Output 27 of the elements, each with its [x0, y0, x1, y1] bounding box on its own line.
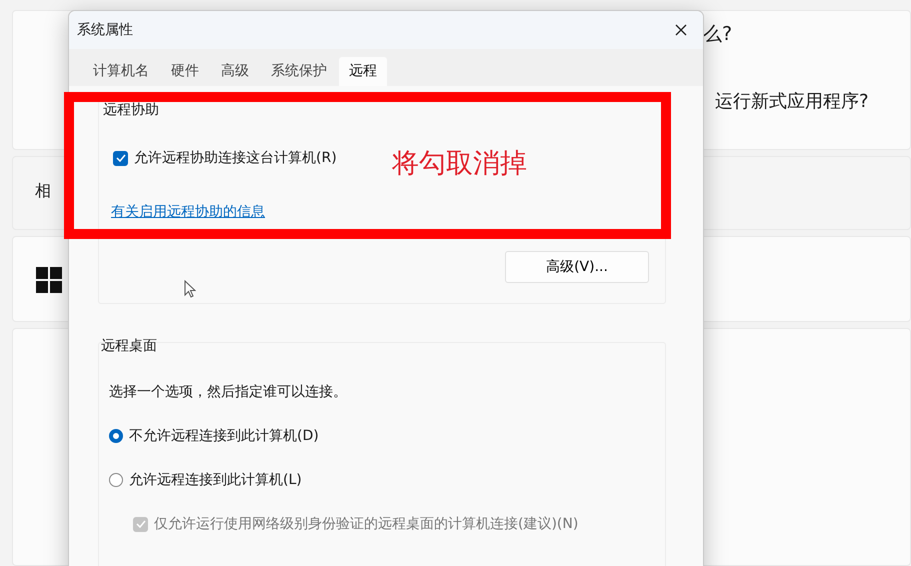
check-icon [116, 154, 126, 162]
tab[interactable]: 计算机名 [83, 57, 159, 86]
tab[interactable]: 远程 [339, 57, 387, 86]
radio-label: 允许远程连接到此计算机(L) [129, 471, 302, 489]
question-text: 么? [703, 22, 732, 47]
group-title: 远程协助 [103, 101, 160, 119]
check-icon [136, 520, 146, 528]
tab[interactable]: 硬件 [161, 57, 209, 86]
tab[interactable]: 系统保护 [261, 57, 337, 86]
checkbox[interactable] [113, 150, 128, 166]
annotation-text: 将勾取消掉 [392, 147, 527, 181]
question-text: 运行新式应用程序? [715, 90, 869, 113]
windows-logo-icon [36, 267, 62, 293]
info-link[interactable]: 有关启用远程协助的信息 [111, 203, 265, 221]
section-heading: 相 [35, 181, 51, 202]
checkbox-label: 仅允许运行使用网络级别身份验证的远程桌面的计算机连接(建议)(N) [154, 515, 578, 533]
radio-button[interactable] [109, 429, 123, 443]
mouse-cursor-icon [184, 280, 196, 298]
radio-button[interactable] [109, 473, 123, 487]
instruction-text: 选择一个选项，然后指定谁可以连接。 [109, 383, 348, 401]
radio-label: 不允许远程连接到此计算机(D) [129, 427, 319, 445]
tab[interactable]: 高级 [211, 57, 259, 86]
close-icon[interactable] [675, 24, 687, 36]
group-title: 远程桌面 [101, 337, 158, 355]
window-title: 系统属性 [77, 21, 133, 39]
advanced-button[interactable]: 高级(V)... [505, 251, 649, 283]
checkbox-label: 允许远程协助连接这台计算机(R) [134, 149, 337, 167]
